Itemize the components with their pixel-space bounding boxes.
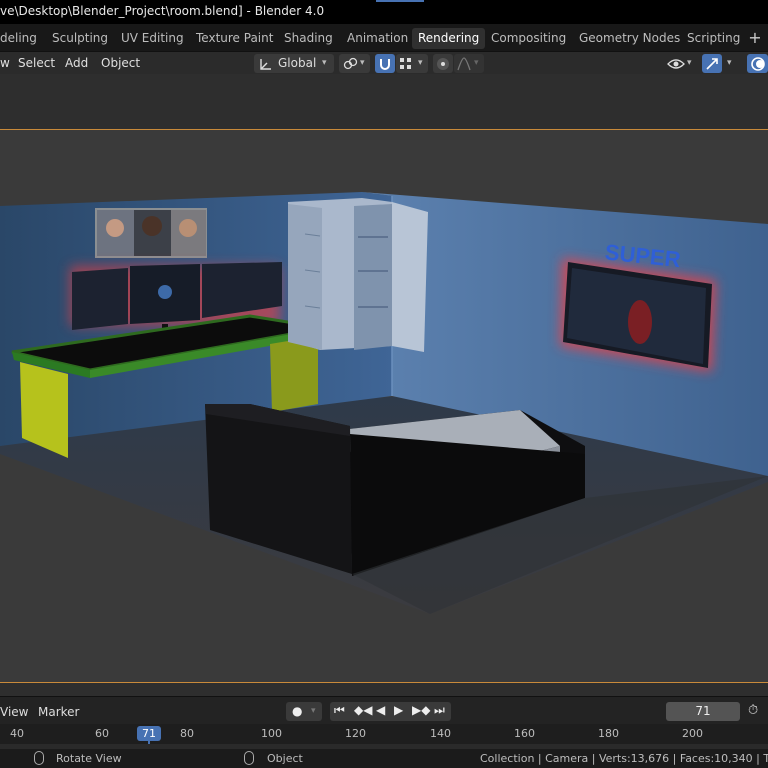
stopwatch-icon[interactable]: ⏱ xyxy=(748,703,758,718)
jump-end-icon[interactable]: ⏭ xyxy=(434,703,445,718)
visibility-icon xyxy=(667,59,685,69)
tab-uv-editing[interactable]: UV Editing xyxy=(115,28,190,49)
visibility-dropdown[interactable]: ▾ xyxy=(667,54,697,73)
add-workspace-button[interactable]: + xyxy=(744,28,766,49)
auto-keying-toggle[interactable]: ● ▾ xyxy=(286,702,322,721)
ruler-tick: 100 xyxy=(261,727,282,740)
pivot-point-icon xyxy=(343,57,358,70)
chevron-down-icon: ▾ xyxy=(360,58,365,68)
snap-toggle[interactable] xyxy=(375,54,395,73)
chevron-down-icon: ▾ xyxy=(727,58,732,68)
ruler-tick: 200 xyxy=(682,727,703,740)
frame-ruler[interactable]: 40 60 80 100 120 140 160 180 200 71 xyxy=(0,724,768,744)
mouse-right-icon xyxy=(244,751,254,765)
timeline-menu-marker[interactable]: Marker xyxy=(38,705,79,719)
pivot-point-dropdown[interactable]: ▾ xyxy=(339,54,370,73)
title-accent xyxy=(376,0,424,2)
tab-rendering[interactable]: Rendering xyxy=(412,28,486,49)
tab-shading[interactable]: Shading xyxy=(278,28,339,49)
playhead-frame-label[interactable]: 71 xyxy=(137,726,161,741)
overlay-toggle[interactable] xyxy=(747,54,768,73)
tab-scripting[interactable]: Scripting xyxy=(681,28,746,49)
tab-compositing[interactable]: Compositing xyxy=(485,28,572,49)
proportional-editing-toggle[interactable] xyxy=(433,54,453,73)
chevron-down-icon: ▾ xyxy=(474,58,479,68)
gizmo-icon xyxy=(706,58,718,70)
tab-sculpting[interactable]: Sculpting xyxy=(46,28,114,49)
chevron-down-icon: ▾ xyxy=(687,58,692,68)
gizmo-dropdown[interactable]: ▾ xyxy=(723,54,741,73)
ruler-tick: 80 xyxy=(180,727,194,740)
window-title: ve\Desktop\Blender_Project\room.blend] -… xyxy=(0,4,325,18)
current-frame-field[interactable]: 71 xyxy=(666,702,740,721)
snap-target-dropdown[interactable]: ▾ xyxy=(396,54,428,73)
play-reverse-icon[interactable]: ◀ xyxy=(376,703,385,717)
tab-geometry-nodes[interactable]: Geometry Nodes xyxy=(573,28,686,49)
transform-orientation-label: Global xyxy=(278,56,317,70)
tab-animation[interactable]: Animation xyxy=(341,28,414,49)
title-bar: ve\Desktop\Blender_Project\room.blend] -… xyxy=(0,0,768,24)
proportional-editing-icon xyxy=(437,58,449,70)
tab-modeling[interactable]: deling xyxy=(0,28,43,49)
snap-increment-icon xyxy=(400,58,411,69)
scene-statistics: Collection | Camera | Verts:13,676 | Fac… xyxy=(480,752,768,765)
record-icon: ● xyxy=(292,704,303,718)
mouse-middle-icon xyxy=(34,751,44,765)
chevron-down-icon: ▾ xyxy=(322,58,327,68)
play-icon[interactable]: ▶ xyxy=(394,703,403,717)
ruler-tick: 140 xyxy=(430,727,451,740)
ruler-tick: 180 xyxy=(598,727,619,740)
proportional-falloff-icon xyxy=(457,57,471,71)
status-hint-object: Object xyxy=(267,752,303,765)
wardrobe xyxy=(288,198,428,352)
menu-view[interactable]: w xyxy=(0,56,10,70)
chevron-down-icon: ▾ xyxy=(311,706,316,716)
status-bar: Rotate View Object Collection | Camera |… xyxy=(0,748,768,768)
gizmo-toggle[interactable] xyxy=(702,54,722,73)
workspace-tabs: deling Sculpting UV Editing Texture Pain… xyxy=(0,24,768,52)
menu-select[interactable]: Select xyxy=(18,56,55,70)
jump-start-icon[interactable]: ⏮ xyxy=(334,703,345,718)
overlay-icon xyxy=(751,57,765,71)
poster-frames xyxy=(95,208,207,258)
timeline-header: View Marker ● ▾ ⏮ ◆◀ ◀ ▶ ▶◆ ⏭ 71 ⏱ xyxy=(0,696,768,724)
3d-viewport[interactable]: SUPER xyxy=(0,74,768,696)
ruler-tick: 120 xyxy=(345,727,366,740)
menu-object[interactable]: Object xyxy=(101,56,140,70)
proportional-falloff-dropdown[interactable]: ▾ xyxy=(454,54,484,73)
timeline-menu-view[interactable]: View xyxy=(0,705,28,719)
chevron-down-icon: ▾ xyxy=(418,58,423,68)
ruler-tick: 40 xyxy=(10,727,24,740)
viewport-header: w Select Add Object Global ▾ ▾ ▾ ▾ ▾ ▾ xyxy=(0,52,768,74)
playback-controls: ⏮ ◆◀ ◀ ▶ ▶◆ ⏭ xyxy=(330,702,451,721)
menu-add[interactable]: Add xyxy=(65,56,88,70)
status-hint-rotate: Rotate View xyxy=(56,752,122,765)
transform-orientation-dropdown[interactable]: Global ▾ xyxy=(254,54,334,73)
ruler-tick: 160 xyxy=(514,727,535,740)
snap-icon xyxy=(380,59,390,70)
ruler-tick: 60 xyxy=(95,727,109,740)
tab-texture-paint[interactable]: Texture Paint xyxy=(190,28,279,49)
rendered-room-scene: SUPER xyxy=(0,192,768,614)
jump-keyframe-forward-icon[interactable]: ▶◆ xyxy=(412,703,430,717)
transform-orientation-icon xyxy=(260,59,271,70)
jump-keyframe-back-icon[interactable]: ◆◀ xyxy=(354,703,372,717)
